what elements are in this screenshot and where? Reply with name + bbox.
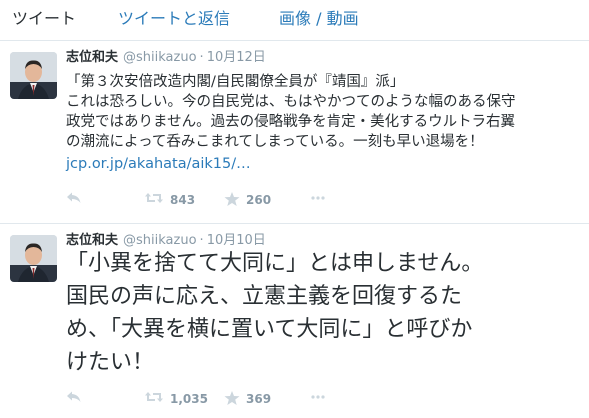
profile-tabs: ツイート ツイートと返信 画像 / 動画 (0, 0, 589, 41)
tweet-text-line: 「小異を捨てて大同に」とは申しません。 (66, 251, 484, 276)
more-dots-icon[interactable] (310, 390, 326, 404)
tweet-text: 「小異を捨てて大同に」とは申しません。 国民の声に応え、立憲主義を回復するた め… (66, 247, 581, 379)
favorite-count: 260 (246, 193, 272, 207)
tab-tweets[interactable]: ツイート (12, 9, 76, 29)
tweet-text-line: これは恐ろしい。今の自民党は、もはやかつてのような幅のある保守 (66, 94, 516, 110)
tweet-date[interactable]: 10月10日 (207, 233, 266, 248)
reply-icon[interactable] (66, 390, 82, 404)
more-dots-icon[interactable] (310, 191, 326, 205)
favorite-star-icon[interactable] (224, 191, 240, 207)
tweet-text-line: の潮流によって呑みこまれてしまっている。一刻も早い退場を！ (66, 134, 484, 150)
tweet-text-line: 「第３次安倍改造内閣/自民閣僚全員が『靖国』派」 (66, 74, 405, 90)
avatar[interactable] (10, 52, 57, 99)
avatar[interactable] (10, 235, 57, 282)
tab-photos-videos[interactable]: 画像 / 動画 (279, 9, 359, 29)
retweet-icon[interactable] (144, 390, 164, 404)
author-handle[interactable]: @shiikazuo (123, 233, 197, 248)
retweet-count: 1,035 (170, 392, 208, 406)
tweet-text: 「第３次安倍改造内閣/自民閣僚全員が『靖国』派」 これは恐ろしい。今の自民党は、… (66, 72, 581, 174)
tweet-link[interactable]: jcp.or.jp/akahata/aik15/… (66, 154, 581, 174)
retweet-icon[interactable] (144, 191, 164, 205)
author-handle[interactable]: @shiikazuo (123, 50, 197, 65)
tweet[interactable]: 志位和夫 @shiikazuo · 10月10日 「小異を捨てて大同に」とは申しません… (0, 224, 589, 418)
tweet-header: 志位和夫 @shiikazuo · 10月12日 (66, 49, 266, 67)
tweet-date[interactable]: 10月12日 (207, 50, 266, 65)
retweet-count: 843 (170, 193, 196, 207)
reply-icon[interactable] (66, 191, 82, 205)
favorite-count: 369 (246, 392, 272, 406)
favorite-star-icon[interactable] (224, 390, 240, 406)
tweet[interactable]: 志位和夫 @shiikazuo · 10月12日 「第３次安倍改造内閣/自民閣僚全員が… (0, 41, 589, 224)
tweet-text-line: 政党ではありません。過去の侵略戦争を肯定・美化するウルトラ右翼 (66, 114, 516, 130)
author-name[interactable]: 志位和夫 (66, 50, 118, 65)
tweet-text-line: 国民の声に応え、立憲主義を回復するた (66, 284, 463, 309)
tab-tweets-and-replies[interactable]: ツイートと返信 (118, 9, 230, 29)
separator-dot: · (199, 233, 204, 248)
separator-dot: · (199, 50, 204, 65)
tweet-text-line: め、「大異を横に置いて大同に」と呼びか (66, 317, 473, 342)
tweet-text-line: けたい！ (66, 350, 155, 375)
author-name[interactable]: 志位和夫 (66, 233, 118, 248)
